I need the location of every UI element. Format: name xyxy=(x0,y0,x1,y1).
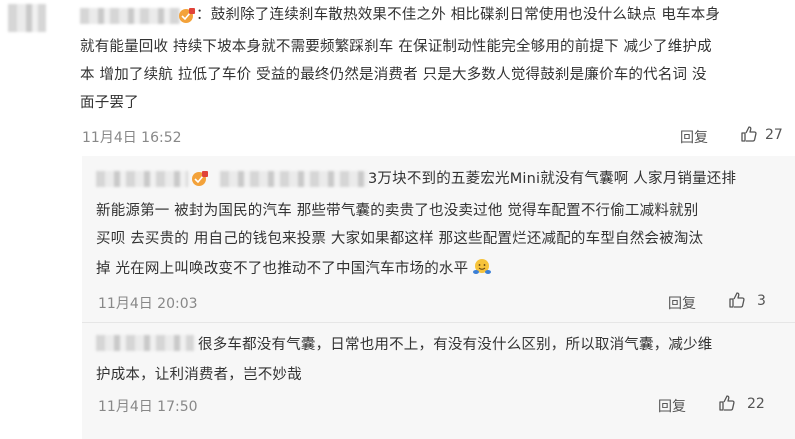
vip-badge-icon xyxy=(178,7,196,29)
like-count: 3 xyxy=(757,293,766,309)
reply-divider xyxy=(82,322,795,323)
blurred-username[interactable] xyxy=(80,8,180,24)
hug-emoji-icon xyxy=(472,257,492,277)
reply-text-line-1: 3万块不到的五菱宏光Mini就没有气囊啊 人家月销量还排 xyxy=(368,171,737,187)
thumbs-up-icon[interactable] xyxy=(718,394,736,416)
thumbs-up-icon[interactable] xyxy=(728,291,746,313)
reply-text-line-4: 掉 光在网上叫唤改变不了也推动不了中国汽车市场的水平 xyxy=(96,256,492,282)
reply-button[interactable]: 回复 xyxy=(680,127,708,147)
comment-text-line-3: 本 增加了续航 拉低了车价 受益的最终仍然是消费者 只是大多数人觉得鼓刹是廉价车… xyxy=(80,67,707,83)
blurred-avatar[interactable] xyxy=(8,4,46,32)
reply-text-line-2: 护成本，让利消费者，岂不妙哉 xyxy=(96,367,302,383)
blurred-username[interactable] xyxy=(96,335,194,351)
blurred-username[interactable] xyxy=(96,171,188,187)
thumbs-up-icon[interactable] xyxy=(740,125,758,147)
reply-timestamp: 11月4日 17:50 xyxy=(98,399,198,415)
blurred-mention[interactable] xyxy=(220,171,368,187)
like-count: 27 xyxy=(765,127,783,143)
reply-timestamp: 11月4日 20:03 xyxy=(98,296,198,312)
comment-text-line-2: 就有能量回收 持续下坡本身就不需要频繁踩刹车 在保证制动性能完全够用的前提下 减… xyxy=(80,39,712,55)
reply-text-line-3: 买呗 去买贵的 用自己的钱包来投票 大家如果都这样 那这些配置烂还减配的车型自然… xyxy=(96,231,704,247)
comment-text-line-1: ：鼓刹除了连续刹车散热效果不佳之外 相比碟刹日常使用也没什么缺点 电车本身 xyxy=(196,7,721,23)
like-count: 22 xyxy=(747,396,765,412)
comment-timestamp: 11月4日 16:52 xyxy=(82,130,182,146)
reply-text-line-1: 很多车都没有气囊，日常也用不上，有没有没什么区别，所以取消气囊，减少维 xyxy=(198,337,713,353)
reply-button[interactable]: 回复 xyxy=(658,396,686,416)
reply-text-line-2: 新能源第一 被封为国民的汽车 那些带气囊的卖贵了也没卖过他 觉得车配置不行偷工减… xyxy=(96,203,699,219)
vip-badge-icon xyxy=(191,170,209,192)
comment-text-line-4: 面子罢了 xyxy=(80,95,139,111)
reply-button[interactable]: 回复 xyxy=(668,293,696,313)
reply-text-line-4-content: 掉 光在网上叫唤改变不了也推动不了中国汽车市场的水平 xyxy=(96,261,469,277)
